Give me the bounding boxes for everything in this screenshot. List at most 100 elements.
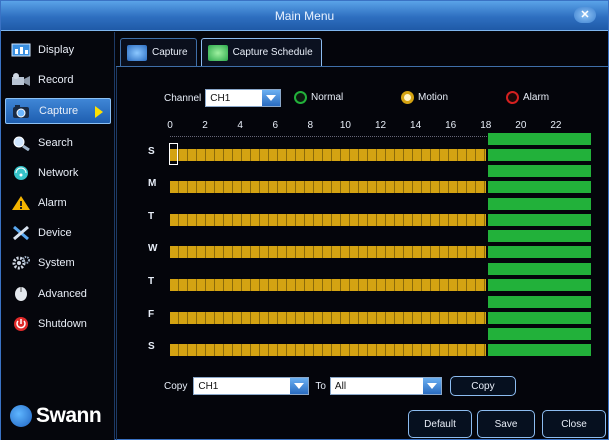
sidebar-item-label: Alarm xyxy=(38,197,67,209)
default-button[interactable]: Default xyxy=(408,410,472,438)
sidebar-item-label: System xyxy=(38,257,75,269)
sidebar-item-network[interactable]: Network xyxy=(5,160,111,186)
network-icon xyxy=(10,164,32,182)
schedule-row[interactable] xyxy=(170,149,486,161)
sidebar-item-record[interactable]: Record xyxy=(5,67,111,93)
legend-motion[interactable]: Motion xyxy=(401,91,448,104)
normal-segment[interactable] xyxy=(487,328,591,340)
shutdown-icon xyxy=(10,315,32,333)
motion-radio-icon[interactable] xyxy=(401,91,414,104)
sidebar: Display Record Capture Search Network Al… xyxy=(1,32,115,440)
tab-capture[interactable]: Capture xyxy=(120,38,197,66)
alarm-radio-icon[interactable] xyxy=(506,91,519,104)
copy-from-value: CH1 xyxy=(198,380,219,392)
sidebar-item-shutdown[interactable]: Shutdown xyxy=(5,311,111,337)
normal-radio-icon[interactable] xyxy=(294,91,307,104)
schedule-tab-icon xyxy=(207,44,228,61)
normal-segment[interactable] xyxy=(487,279,591,291)
schedule-row[interactable] xyxy=(170,214,486,226)
chevron-down-icon[interactable] xyxy=(262,90,281,106)
motion-segment[interactable] xyxy=(170,214,486,226)
copy-to-select[interactable]: All xyxy=(329,377,442,395)
schedule-row[interactable] xyxy=(170,181,486,193)
channel-label: Channel xyxy=(164,92,202,104)
normal-segment[interactable] xyxy=(487,149,591,161)
schedule-row[interactable] xyxy=(170,279,486,291)
hour-tick-label: 16 xyxy=(445,120,457,131)
tab-label: Capture Schedule xyxy=(232,47,313,58)
save-button[interactable]: Save xyxy=(477,410,535,438)
day-label: S xyxy=(148,146,155,157)
legend-alarm[interactable]: Alarm xyxy=(506,91,549,104)
sidebar-item-device[interactable]: Device xyxy=(5,220,111,246)
sidebar-item-label: Network xyxy=(38,167,79,179)
cell-cursor[interactable] xyxy=(169,143,178,165)
hour-tick-label: 18 xyxy=(480,120,492,131)
channel-row: Channel CH1 xyxy=(164,89,282,107)
device-icon xyxy=(10,224,32,242)
sidebar-item-label: Display xyxy=(38,44,75,56)
motion-segment[interactable] xyxy=(170,344,486,356)
motion-segment[interactable] xyxy=(170,279,486,291)
sidebar-item-search[interactable]: Search xyxy=(5,130,111,156)
hour-tick-label: 6 xyxy=(272,120,279,131)
schedule-row[interactable] xyxy=(170,246,486,258)
search-icon xyxy=(10,134,32,152)
channel-select-value: CH1 xyxy=(210,92,231,104)
normal-segment[interactable] xyxy=(487,214,591,226)
normal-segment[interactable] xyxy=(487,296,591,308)
schedule-row[interactable] xyxy=(170,312,486,324)
sidebar-item-advanced[interactable]: Advanced xyxy=(5,281,111,307)
copy-row: Copy CH1 To All Copy xyxy=(164,376,516,396)
normal-segment[interactable] xyxy=(487,312,591,324)
day-label: S xyxy=(148,341,155,352)
capture-icon xyxy=(11,102,33,120)
capture-tab-icon xyxy=(127,44,147,61)
schedule-row[interactable] xyxy=(170,344,486,356)
close-button[interactable]: Close xyxy=(542,410,606,438)
legend-normal-label: Normal xyxy=(311,92,344,103)
copy-from-select[interactable]: CH1 xyxy=(193,377,310,395)
copy-to-value: All xyxy=(334,380,347,392)
tab-capture-schedule[interactable]: Capture Schedule xyxy=(200,38,322,66)
legend-alarm-label: Alarm xyxy=(523,92,550,103)
close-icon[interactable]: ✕ xyxy=(574,7,596,23)
motion-segment[interactable] xyxy=(170,312,486,324)
sidebar-item-label: Shutdown xyxy=(38,318,87,330)
hour-tick-label: 10 xyxy=(339,120,351,131)
normal-segment[interactable] xyxy=(487,344,591,356)
normal-segment[interactable] xyxy=(487,230,591,242)
hour-tick-label: 22 xyxy=(550,120,562,131)
normal-segment[interactable] xyxy=(487,133,591,145)
legend-motion-label: Motion xyxy=(418,92,449,103)
system-icon xyxy=(10,254,32,272)
tab-bar: Capture Capture Schedule xyxy=(120,38,322,66)
sidebar-item-alarm[interactable]: Alarm xyxy=(5,190,111,216)
day-label: W xyxy=(148,243,158,254)
hour-tick-label: 20 xyxy=(515,120,527,131)
chevron-down-icon[interactable] xyxy=(290,378,309,394)
main-menu-window: Main Menu ✕ Display Record Capture Searc… xyxy=(0,0,609,440)
hour-tick-label: 14 xyxy=(410,120,422,131)
channel-select[interactable]: CH1 xyxy=(205,89,282,107)
copy-label: Copy xyxy=(164,380,188,392)
normal-segment[interactable] xyxy=(487,181,591,193)
sidebar-item-display[interactable]: Display xyxy=(5,37,111,63)
hour-tick-label: 8 xyxy=(307,120,314,131)
chevron-down-icon[interactable] xyxy=(422,378,441,394)
motion-segment[interactable] xyxy=(170,246,486,258)
normal-segment[interactable] xyxy=(487,165,591,177)
alarm-icon xyxy=(10,194,32,212)
normal-segment[interactable] xyxy=(487,263,591,275)
content-panel: Capture Capture Schedule Channel CH1 Nor… xyxy=(116,32,608,440)
swann-logo: Swann xyxy=(10,404,102,428)
normal-segment[interactable] xyxy=(487,246,591,258)
legend-normal[interactable]: Normal xyxy=(294,91,343,104)
copy-button[interactable]: Copy xyxy=(449,376,516,396)
day-label: M xyxy=(148,178,157,189)
normal-segment[interactable] xyxy=(487,198,591,210)
motion-segment[interactable] xyxy=(170,149,486,161)
sidebar-item-capture[interactable]: Capture xyxy=(5,98,111,124)
motion-segment[interactable] xyxy=(170,181,486,193)
sidebar-item-system[interactable]: System xyxy=(5,250,111,276)
